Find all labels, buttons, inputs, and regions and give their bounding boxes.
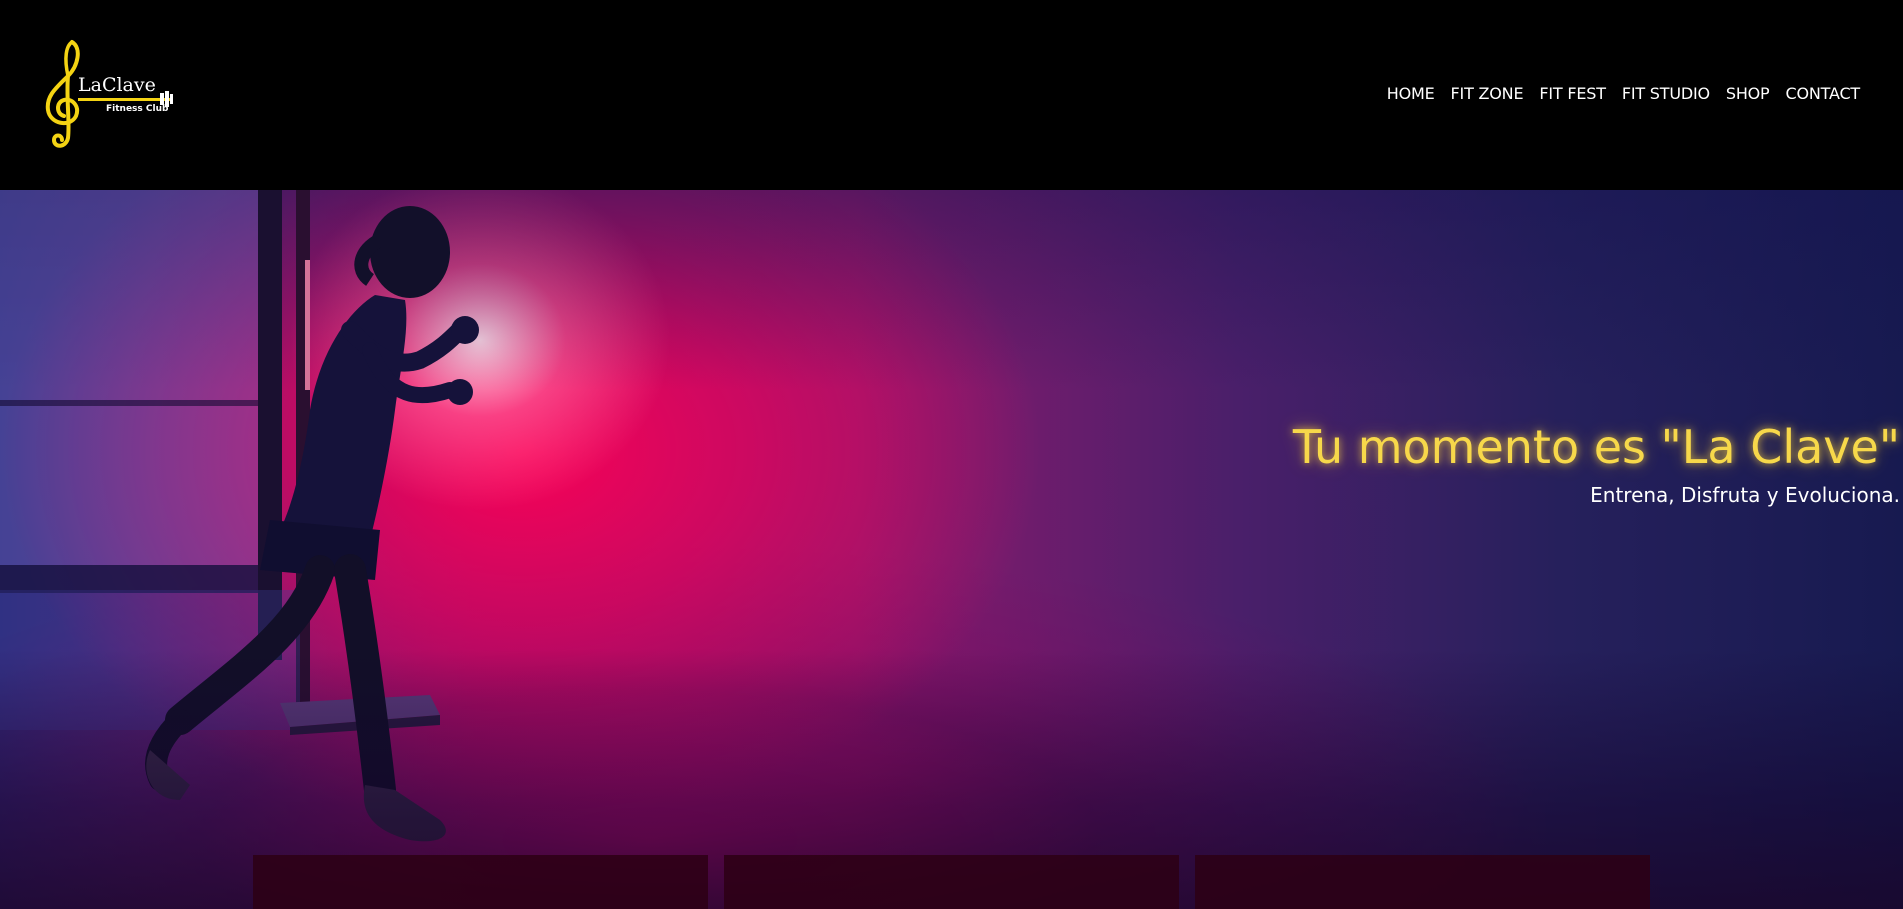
site-header: LaClave Fitness Club HOME FIT ZONE FIT F… — [0, 0, 1903, 190]
hero-title: Tu momento es "La Clave" — [1292, 420, 1900, 474]
feature-card[interactable] — [1195, 855, 1650, 909]
hero-subtitle: Entrena, Disfruta y Evoluciona. — [1590, 483, 1900, 507]
main-nav: HOME FIT ZONE FIT FEST FIT STUDIO SHOP C… — [1387, 84, 1860, 103]
nav-fit-fest[interactable]: FIT FEST — [1539, 84, 1606, 103]
feature-cards — [253, 855, 1650, 909]
logo-tagline: Fitness Club — [106, 104, 169, 114]
feature-card[interactable] — [253, 855, 708, 909]
feature-card[interactable] — [724, 855, 1179, 909]
logo-barbell-bar — [78, 98, 172, 101]
hero-banner: Tu momento es "La Clave" Entrena, Disfru… — [0, 190, 1903, 909]
logo-wordmark: LaClave — [78, 74, 156, 96]
nav-fit-zone[interactable]: FIT ZONE — [1451, 84, 1524, 103]
nav-fit-studio[interactable]: FIT STUDIO — [1622, 84, 1710, 103]
nav-shop[interactable]: SHOP — [1726, 84, 1770, 103]
nav-home[interactable]: HOME — [1387, 84, 1435, 103]
laclave-logo[interactable]: LaClave Fitness Club — [42, 38, 173, 150]
nav-contact[interactable]: CONTACT — [1786, 84, 1861, 103]
